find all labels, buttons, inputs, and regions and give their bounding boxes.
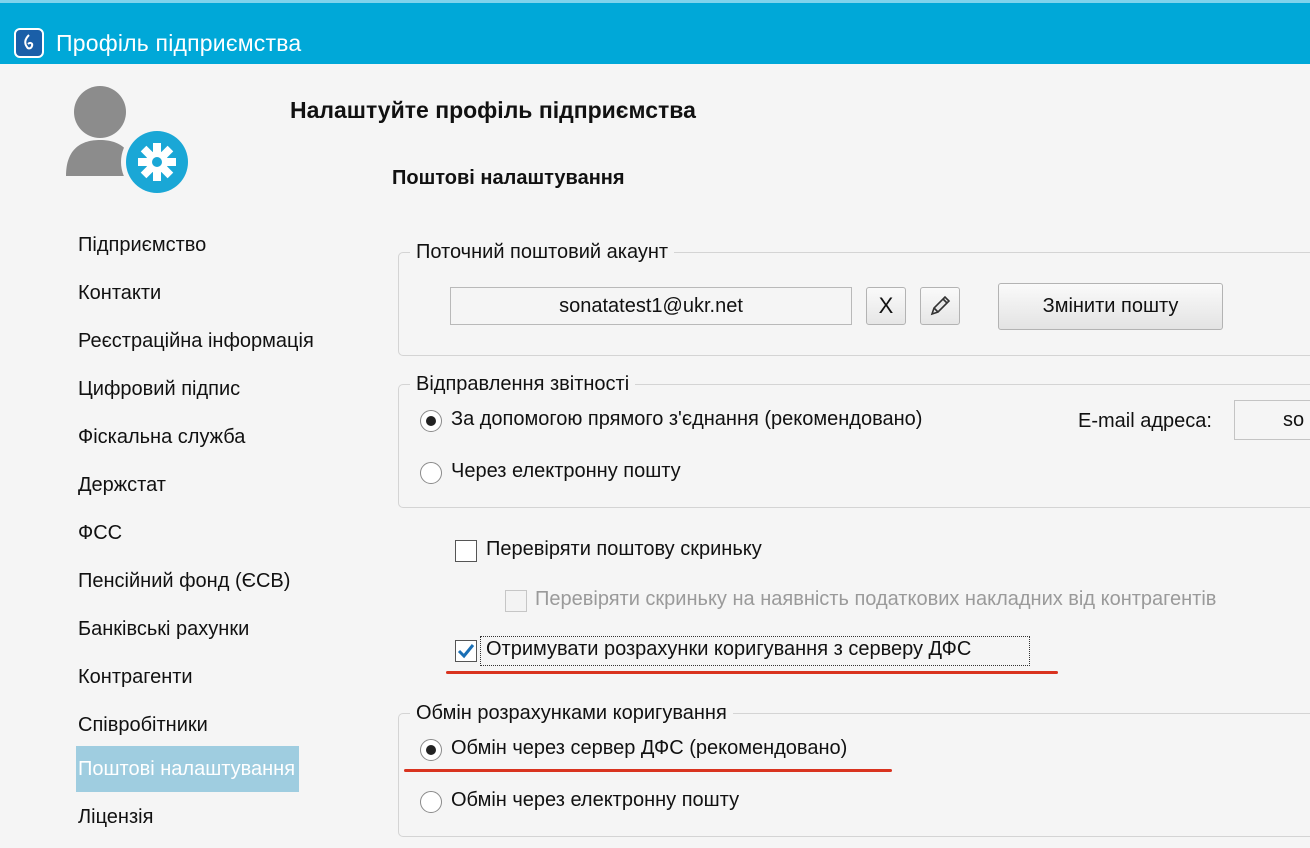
radio-exchange-server[interactable] <box>420 739 442 761</box>
sidebar-item-derzhstat[interactable]: Держстат <box>78 462 166 508</box>
sidebar-item-counterparties[interactable]: Контрагенти <box>78 654 193 700</box>
radio-via-email[interactable] <box>420 462 442 484</box>
radio-exchange-server-label[interactable]: Обмін через сервер ДФС (рекомендовано) <box>451 737 847 760</box>
window-title: Профіль підприємства <box>56 30 302 56</box>
checkmark-icon <box>457 644 475 659</box>
profile-settings-icon <box>60 82 200 202</box>
sidebar-item-enterprise[interactable]: Підприємство <box>78 222 206 268</box>
section-title: Поштові налаштування <box>392 167 625 189</box>
change-email-button[interactable]: Змінити пошту <box>998 283 1223 330</box>
radio-direct-connection-label[interactable]: За допомогою прямого з'єднання (рекоменд… <box>451 408 922 431</box>
reporting-email-field[interactable]: so <box>1234 400 1310 440</box>
sidebar-item-contacts[interactable]: Контакти <box>78 270 161 316</box>
page-heading: Налаштуйте профіль підприємства <box>290 97 696 123</box>
sidebar-item-fss[interactable]: ФСС <box>78 510 122 556</box>
sidebar-item-digital-signature[interactable]: Цифровий підпис <box>78 366 240 412</box>
mail-account-legend: Поточний поштовий акаунт <box>410 241 675 264</box>
pencil-icon <box>930 295 951 316</box>
receive-corrections-label[interactable]: Отримувати розрахунки коригування з серв… <box>486 638 971 661</box>
radio-exchange-email[interactable] <box>420 791 442 813</box>
reporting-legend: Відправлення звітності <box>410 373 636 396</box>
clear-email-button[interactable]: X <box>866 287 906 325</box>
current-email-field: sonatatest1@ukr.net <box>450 287 852 325</box>
sidebar-item-mail-settings[interactable]: Поштові налаштування <box>76 746 300 792</box>
app-logo-icon <box>14 28 44 58</box>
sidebar-item-registration[interactable]: Реєстраційна інформація <box>78 318 314 364</box>
edit-email-button[interactable] <box>920 287 960 325</box>
highlight-underline-2 <box>404 769 892 772</box>
reporting-group <box>398 384 1310 508</box>
check-mailbox-label[interactable]: Перевіряти поштову скриньку <box>486 538 762 561</box>
corrections-exchange-group <box>398 713 1310 837</box>
radio-direct-connection[interactable] <box>420 410 442 432</box>
corrections-exchange-legend: Обмін розрахунками коригування <box>410 702 733 725</box>
email-address-label: E-mail адреса: <box>1078 410 1212 432</box>
check-mailbox-checkbox[interactable] <box>455 540 477 562</box>
sidebar-item-employees[interactable]: Співробітники <box>78 702 208 748</box>
sidebar-item-license[interactable]: Ліцензія <box>78 794 153 840</box>
sidebar-item-pension-fund[interactable]: Пенсійний фонд (ЄСВ) <box>78 558 290 604</box>
radio-exchange-email-label[interactable]: Обмін через електронну пошту <box>451 789 739 812</box>
receive-corrections-checkbox[interactable] <box>455 640 477 662</box>
title-bar: Профіль підприємства <box>0 0 1310 64</box>
highlight-underline <box>446 671 1058 674</box>
check-tax-invoices-checkbox[interactable] <box>505 590 527 612</box>
radio-via-email-label[interactable]: Через електронну пошту <box>451 460 681 483</box>
sidebar-item-fiscal-service[interactable]: Фіскальна служба <box>78 414 245 460</box>
sidebar-item-bank-accounts[interactable]: Банківські рахунки <box>78 606 249 652</box>
check-tax-invoices-label[interactable]: Перевіряти скриньку на наявність податко… <box>535 588 1216 611</box>
